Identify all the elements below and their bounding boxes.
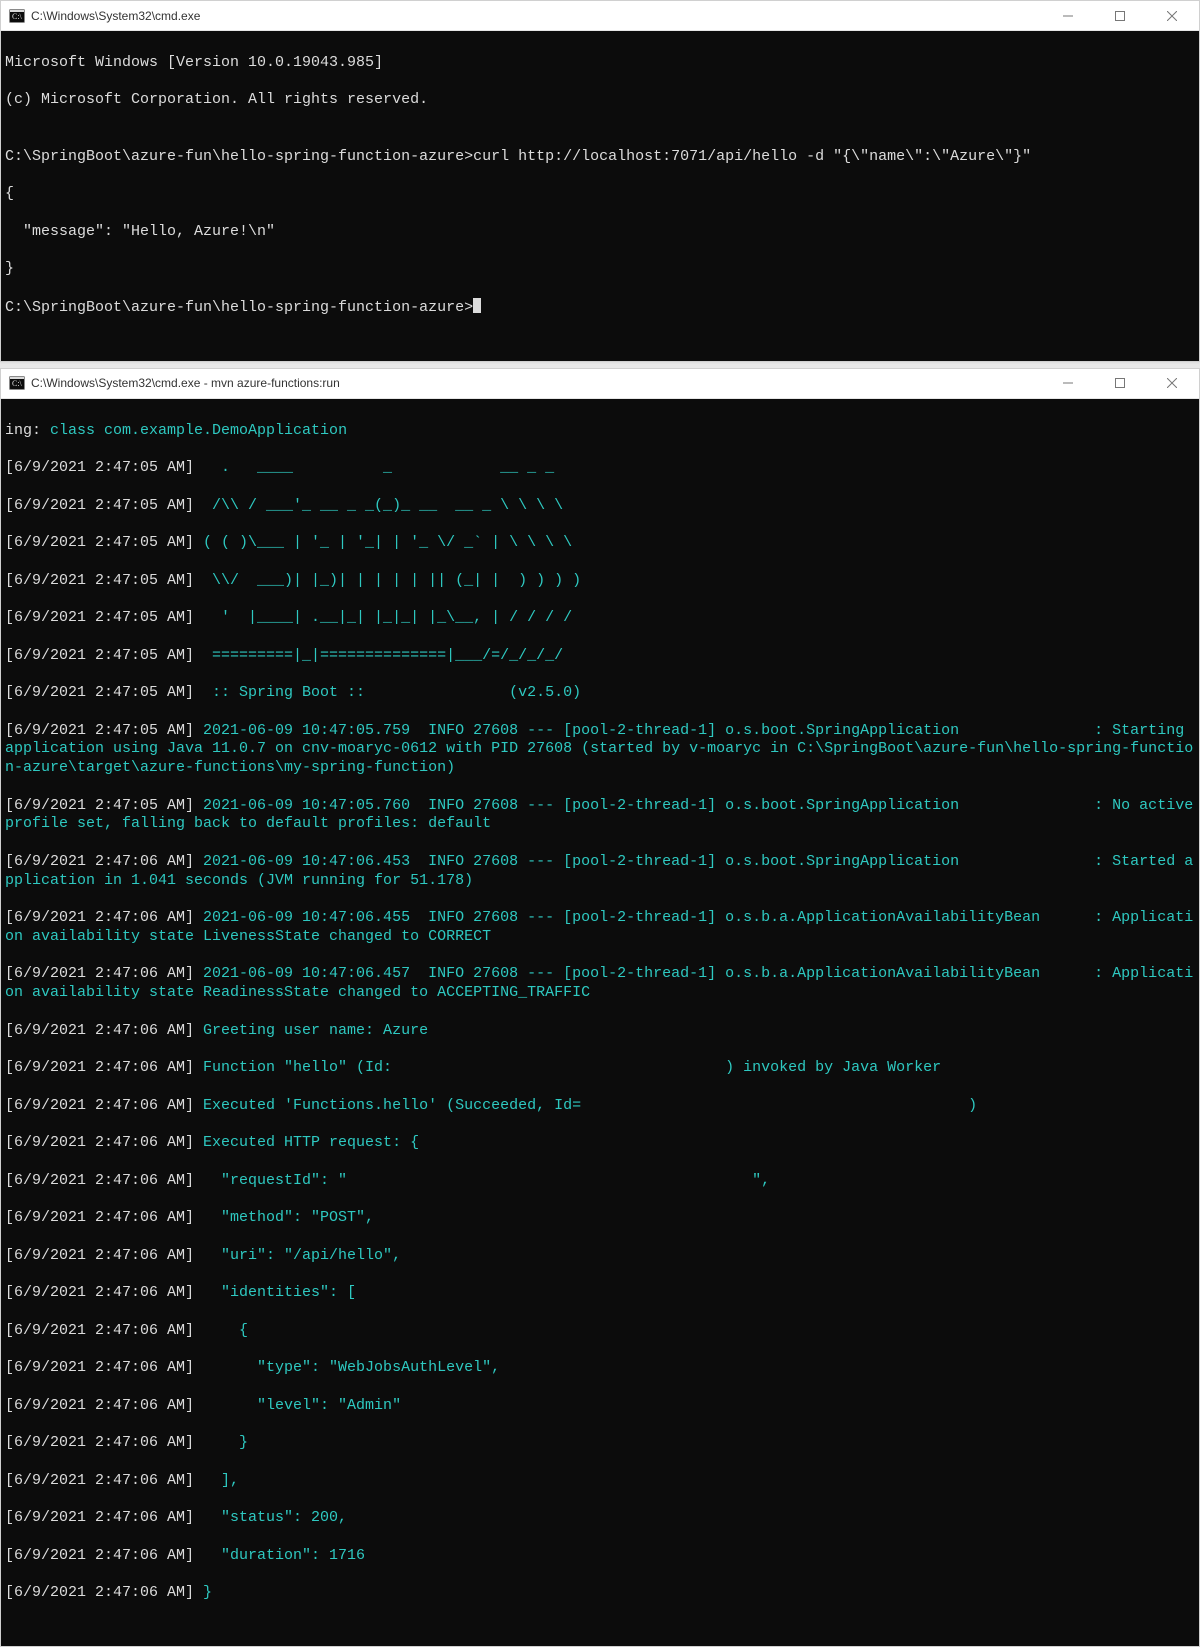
window-title: C:\Windows\System32\cmd.exe - mvn azure-… — [31, 376, 340, 390]
console-line: [6/9/2021 2:47:05 AM] :: Spring Boot :: … — [5, 684, 1195, 703]
console-line: [6/9/2021 2:47:05 AM] 2021-06-09 10:47:0… — [5, 797, 1195, 835]
console-line: [6/9/2021 2:47:06 AM] "duration": 1716 — [5, 1547, 1195, 1566]
console-prompt: C:\SpringBoot\azure-fun\hello-spring-fun… — [5, 299, 473, 316]
console-line: [6/9/2021 2:47:05 AM] /\\ / ___'_ __ _ _… — [5, 497, 1195, 516]
console-line: [6/9/2021 2:47:06 AM] 2021-06-09 10:47:0… — [5, 965, 1195, 1003]
minimize-button[interactable] — [1045, 368, 1091, 398]
cmd-window-1: C:\ C:\Windows\System32\cmd.exe Microsof… — [0, 0, 1200, 362]
console-line: [6/9/2021 2:47:05 AM] ( ( )\___ | '_ | '… — [5, 534, 1195, 553]
console-line: [6/9/2021 2:47:05 AM] 2021-06-09 10:47:0… — [5, 722, 1195, 778]
console-output[interactable]: ing: class com.example.DemoApplication [… — [1, 399, 1199, 1647]
console-prompt-line: C:\SpringBoot\azure-fun\hello-spring-fun… — [5, 298, 1195, 318]
console-line: [6/9/2021 2:47:06 AM] Executed 'Function… — [5, 1097, 1195, 1116]
window-title: C:\Windows\System32\cmd.exe — [31, 9, 200, 23]
console-line: [6/9/2021 2:47:06 AM] Greeting user name… — [5, 1022, 1195, 1041]
console-line: [6/9/2021 2:47:06 AM] ], — [5, 1472, 1195, 1491]
console-line: [6/9/2021 2:47:06 AM] Function "hello" (… — [5, 1059, 1195, 1078]
cmd-icon: C:\ — [9, 375, 25, 391]
minimize-button[interactable] — [1045, 1, 1091, 31]
console-line: [6/9/2021 2:47:06 AM] "level": "Admin" — [5, 1397, 1195, 1416]
console-line: "message": "Hello, Azure!\n" — [5, 223, 1195, 242]
console-line: } — [5, 260, 1195, 279]
cmd-window-2: C:\ C:\Windows\System32\cmd.exe - mvn az… — [0, 368, 1200, 1647]
console-line: [6/9/2021 2:47:06 AM] { — [5, 1322, 1195, 1341]
console-line: [6/9/2021 2:47:06 AM] 2021-06-09 10:47:0… — [5, 853, 1195, 891]
console-line: [6/9/2021 2:47:06 AM] 2021-06-09 10:47:0… — [5, 909, 1195, 947]
console-output[interactable]: Microsoft Windows [Version 10.0.19043.98… — [1, 31, 1199, 361]
console-line: Microsoft Windows [Version 10.0.19043.98… — [5, 54, 1195, 73]
console-line: [6/9/2021 2:47:06 AM] "requestId": " ", — [5, 1172, 1195, 1191]
console-line: (c) Microsoft Corporation. All rights re… — [5, 91, 1195, 110]
cursor — [473, 298, 481, 313]
svg-text:C:\: C:\ — [12, 379, 23, 388]
maximize-button[interactable] — [1097, 368, 1143, 398]
close-button[interactable] — [1149, 368, 1195, 398]
console-line: [6/9/2021 2:47:05 AM] ' |____| .__|_| |_… — [5, 609, 1195, 628]
console-line: [6/9/2021 2:47:05 AM] . ____ _ __ _ _ — [5, 459, 1195, 478]
console-line: { — [5, 185, 1195, 204]
close-button[interactable] — [1149, 1, 1195, 31]
console-line: ing: class com.example.DemoApplication — [5, 422, 1195, 441]
console-line: [6/9/2021 2:47:05 AM] \\/ ___)| |_)| | |… — [5, 572, 1195, 591]
console-line: [6/9/2021 2:47:06 AM] } — [5, 1584, 1195, 1603]
console-line: [6/9/2021 2:47:06 AM] "identities": [ — [5, 1284, 1195, 1303]
console-line: [6/9/2021 2:47:06 AM] } — [5, 1434, 1195, 1453]
console-line: [6/9/2021 2:47:06 AM] "status": 200, — [5, 1509, 1195, 1528]
cmd-icon: C:\ — [9, 8, 25, 24]
console-line: C:\SpringBoot\azure-fun\hello-spring-fun… — [5, 148, 1195, 167]
console-line: [6/9/2021 2:47:06 AM] "method": "POST", — [5, 1209, 1195, 1228]
title-bar[interactable]: C:\ C:\Windows\System32\cmd.exe - mvn az… — [1, 369, 1199, 399]
title-bar[interactable]: C:\ C:\Windows\System32\cmd.exe — [1, 1, 1199, 31]
console-line: [6/9/2021 2:47:05 AM] =========|_|======… — [5, 647, 1195, 666]
svg-text:C:\: C:\ — [12, 12, 23, 21]
console-line: [6/9/2021 2:47:06 AM] Executed HTTP requ… — [5, 1134, 1195, 1153]
maximize-button[interactable] — [1097, 1, 1143, 31]
console-line: [6/9/2021 2:47:06 AM] "uri": "/api/hello… — [5, 1247, 1195, 1266]
console-line: [6/9/2021 2:47:06 AM] "type": "WebJobsAu… — [5, 1359, 1195, 1378]
